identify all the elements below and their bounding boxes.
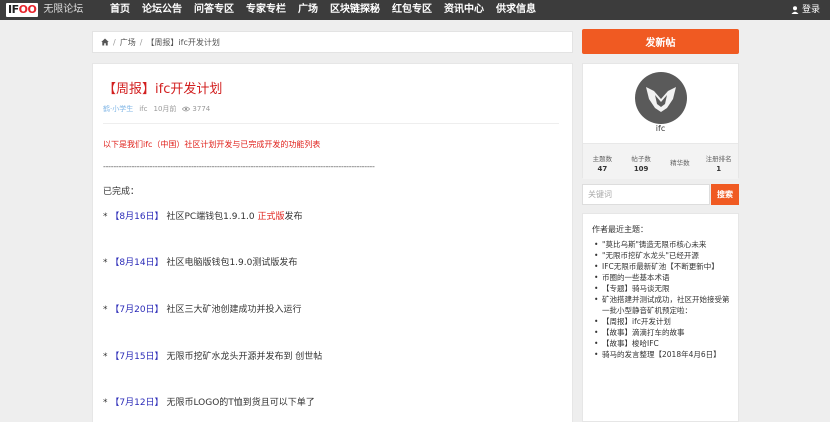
bullet: *: [103, 212, 108, 222]
stat-topics: 主题数 47: [583, 144, 622, 179]
recent-topics-list: "莫比乌斯"铸造无限币核心未来 "无限币挖矿水龙头"已经开源 IFC无限币最新矿…: [594, 239, 734, 360]
bullet: *: [103, 352, 108, 362]
post-meta: 鹤·小学生 ifc 10月前 3774: [103, 104, 210, 114]
recent-topic-item[interactable]: 【故事】滴滴打车的故事: [594, 327, 734, 338]
profile-name[interactable]: ifc: [583, 124, 738, 133]
nav-item-square[interactable]: 广场: [298, 0, 318, 20]
stat-value: 47: [597, 165, 608, 173]
home-icon[interactable]: [101, 38, 109, 46]
author-profile-card: ifc 主题数 47 帖子数 109 精华数 注册排名 1: [582, 63, 739, 179]
bullet: *: [103, 305, 108, 315]
breadcrumb-square[interactable]: 广场: [120, 37, 136, 48]
entry-suffix: 发布: [284, 212, 303, 222]
nav-item-news[interactable]: 资讯中心: [444, 0, 484, 20]
profile-stats: 主题数 47 帖子数 109 精华数 注册排名 1: [583, 143, 738, 179]
stat-label: 精华数: [670, 159, 690, 167]
post-intro: 以下是我们ifc（中国）社区计划开发与已完成开发的功能列表: [103, 140, 321, 149]
user-icon: [791, 6, 799, 14]
search-button[interactable]: 搜索: [711, 184, 739, 205]
list-item: * 【7月12日】 无限币LOGO的T恤到货且可以下单了: [103, 395, 315, 408]
entry-date: 【8月14日】: [110, 258, 164, 268]
recent-topic-item[interactable]: 骑马的发言整理【2018年4月6日】: [594, 349, 734, 360]
stat-featured: 精华数: [661, 144, 700, 179]
entry-text: 社区三大矿池创建成功并投入运行: [166, 305, 302, 315]
post-author[interactable]: 鹤·小学生: [103, 104, 133, 114]
recent-topic-item[interactable]: IFC无限币最新矿池【不断更新中】: [594, 261, 734, 272]
nav-item-qa[interactable]: 问答专区: [194, 0, 234, 20]
breadcrumb-separator: /: [139, 37, 143, 47]
recent-topic-item[interactable]: 【周报】ifc开发计划: [594, 316, 734, 327]
avatar[interactable]: [635, 72, 687, 124]
stat-label: 主题数: [592, 155, 613, 163]
recent-topic-item[interactable]: "莫比乌斯"铸造无限币核心未来: [594, 239, 734, 250]
breadcrumb-separator: /: [113, 37, 116, 47]
nav-item-home[interactable]: 首页: [110, 0, 130, 20]
entry-highlight: 正式版: [257, 212, 285, 222]
breadcrumb-current: 【周报】ifc开发计划: [146, 37, 220, 47]
post-time: 10月前: [153, 105, 177, 113]
stat-rank: 注册排名 1: [699, 144, 738, 179]
top-nav-bar: IFOO 无限论坛 首页 论坛公告 问答专区 专家专栏 广场 区块链探秘 红包专…: [0, 0, 830, 20]
stat-label: 注册排名: [705, 155, 732, 163]
entry-date: 【7月15日】: [110, 352, 164, 362]
recent-topic-item[interactable]: 币圈的一些基本术语: [594, 272, 734, 283]
eye-icon: [182, 106, 191, 112]
list-item: * 【7月15日】 无限币挖矿水龙头开源并发布到 创世帖: [103, 349, 322, 362]
recent-topic-item[interactable]: "无限币挖矿水龙头"已经开源: [594, 250, 734, 261]
entry-text: 无限币LOGO的T恤到货且可以下单了: [166, 398, 315, 408]
nav-item-experts[interactable]: 专家专栏: [246, 0, 286, 20]
recent-topic-item[interactable]: 【故事】梭哈IFC: [594, 338, 734, 349]
login-label: 登录: [801, 5, 820, 15]
list-item: * 【8月14日】 社区电脑版钱包1.9.0测试版发布: [103, 255, 297, 268]
list-item: * 【8月16日】 社区PC端钱包1.9.1.0 正式版发布: [103, 209, 303, 222]
recent-topics-card: 作者最近主题： "莫比乌斯"铸造无限币核心未来 "无限币挖矿水龙头"已经开源 I…: [582, 213, 739, 422]
nav-item-blockchain[interactable]: 区块链探秘: [330, 0, 380, 20]
dash-separator: ----------------------------------------…: [103, 162, 375, 171]
nav-item-announcements[interactable]: 论坛公告: [142, 0, 182, 20]
completed-label: 已完成：: [103, 187, 140, 197]
search-box: 搜索: [582, 184, 739, 205]
main-nav: 首页 论坛公告 问答专区 专家专栏 广场 区块链探秘 红包专区 资讯中心 供求信…: [110, 0, 548, 20]
search-input[interactable]: [582, 184, 710, 205]
recent-topic-item[interactable]: 【专题】骑马谈无限: [594, 283, 734, 294]
entry-text: 无限币挖矿水龙头开源并发布到 创世帖: [166, 352, 323, 362]
stat-value: 1: [716, 165, 722, 173]
entry-date: 【8月16日】: [110, 212, 164, 222]
logo-mark: IFOO: [6, 2, 39, 17]
recent-topics-title: 作者最近主题：: [592, 225, 648, 234]
list-item: * 【7月20日】 社区三大矿池创建成功并投入运行: [103, 302, 301, 315]
post-title: 【周报】ifc开发计划: [103, 82, 223, 97]
bullet: *: [103, 258, 108, 268]
entry-date: 【7月12日】: [110, 398, 164, 408]
stat-label: 帖子数: [631, 155, 651, 163]
breadcrumb: / 广场 / 【周报】ifc开发计划: [92, 31, 573, 53]
new-post-button[interactable]: 发新帖: [582, 29, 739, 54]
entry-text: 社区PC端钱包1.9.1.0: [166, 212, 258, 222]
view-count: 3774: [192, 105, 211, 113]
nav-item-supply[interactable]: 供求信息: [496, 0, 536, 20]
ifc-logo-icon: [646, 87, 676, 112]
post-card: 【周报】ifc开发计划 鹤·小学生 ifc 10月前 3774 以下是我们ifc…: [92, 63, 573, 422]
site-name: 无限论坛: [43, 4, 84, 15]
post-tag[interactable]: ifc: [139, 105, 147, 113]
nav-item-red-packet[interactable]: 红包专区: [392, 0, 432, 20]
bullet: *: [103, 398, 108, 408]
entry-text: 社区电脑版钱包1.9.0测试版发布: [166, 258, 298, 268]
stat-value: 109: [633, 165, 649, 173]
entry-date: 【7月20日】: [110, 305, 164, 315]
site-logo[interactable]: IFOO 无限论坛: [6, 2, 83, 17]
login-link[interactable]: 登录: [791, 0, 820, 20]
recent-topic-item[interactable]: 矿池搭建并测试成功，社区开始接受第一批小型静音矿机预定啦：: [594, 294, 734, 316]
stat-posts: 帖子数 109: [622, 144, 661, 179]
divider: [103, 123, 559, 124]
